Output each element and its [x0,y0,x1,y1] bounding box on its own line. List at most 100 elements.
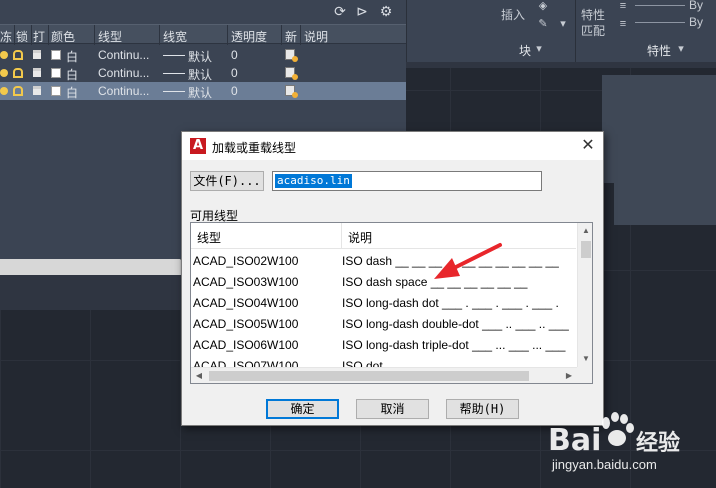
list-item[interactable]: ACAD_ISO05W100 ISO long-dash double-dot … [191,313,576,334]
block-edit-icon[interactable]: ◈ [537,0,549,12]
sun-icon[interactable] [0,69,8,77]
col-lineweight[interactable]: 线宽 [163,28,187,45]
list-header: 线型 说明 [191,223,576,249]
col-linetype-header[interactable]: 线型 [197,229,221,246]
linetype-name: ACAD_ISO02W100 [193,254,299,268]
baidu-jingyan-watermark: Bai 经验 jingyan.baidu.com [540,405,710,480]
cancel-button[interactable]: 取消 [356,399,429,419]
chevron-down-icon[interactable]: ▾ [557,18,569,30]
palette-panel [614,180,716,225]
properties-label[interactable]: 特性 [581,6,605,23]
match-label[interactable]: 匹配 [581,22,605,39]
autocad-logo-icon: A [190,138,206,154]
col-freeze[interactable]: 冻 [0,28,12,45]
bylayer-color[interactable]: By [689,0,703,12]
transparency-cell[interactable]: 0 [231,84,238,98]
transparency-cell[interactable]: 0 [231,48,238,62]
col-transparency[interactable]: 透明度 [231,28,267,45]
lineweight-cell[interactable]: 默认 [188,84,212,101]
linetype-description: ISO long-dash triple-dot ___ ... ___ ...… [342,338,566,352]
sun-icon[interactable] [0,51,8,59]
lineweight-cell[interactable]: 默认 [188,48,212,65]
linetype-list[interactable]: 线型 说明 ACAD_ISO02W100 ISO dash __ __ __ _… [190,222,593,384]
lineweight-line-icon [163,91,185,92]
sun-icon[interactable] [0,87,8,95]
col-new-vp-freeze[interactable]: 新 [285,28,297,45]
color-name: 白 [66,50,79,64]
scroll-up-icon[interactable]: ▲ [578,223,592,239]
color-swatch[interactable] [51,50,61,60]
dialog-titlebar[interactable]: A 加载或重载线型 ✕ [182,132,603,160]
list-horizontal-scrollbar[interactable]: ◀ ▶ [191,367,577,383]
file-input-value: acadiso.lin [275,174,352,188]
help-button[interactable]: 帮助(H) [446,399,519,419]
linetype-cell[interactable]: Continu... [98,66,149,80]
color-swatch[interactable] [51,68,61,78]
lineweight-cell[interactable]: 默认 [188,66,212,83]
layer-table-header: 冻 锁 打 颜色 线型 线宽 透明度 新 说明 [0,24,406,45]
new-vp-freeze-icon[interactable] [285,85,298,98]
unlock-icon[interactable] [13,50,23,60]
linetype-description: ISO dash __ __ __ __ __ __ __ __ __ __ [342,254,559,268]
list-icon[interactable]: ≡ [617,0,629,12]
load-linetype-dialog: A 加载或重载线型 ✕ 文件(F)... acadiso.lin 可用线型 线型… [181,131,604,426]
ok-button[interactable]: 确定 [266,399,339,419]
color-name: 白 [66,86,79,100]
layer-row-selected[interactable]: 白 Continu... 默认 0 [0,82,406,100]
printer-icon[interactable] [33,50,41,59]
scroll-thumb[interactable] [209,371,529,381]
properties-panel-title[interactable]: 特性 [647,42,671,59]
list-vertical-scrollbar[interactable]: ▲ ▼ [577,223,592,367]
scroll-right-icon[interactable]: ▶ [561,368,577,383]
printer-icon[interactable] [33,68,41,77]
unlock-icon[interactable] [13,68,23,78]
list-item[interactable]: ACAD_ISO04W100 ISO long-dash dot ___ . _… [191,292,576,313]
printer-icon[interactable] [33,86,41,95]
col-plot[interactable]: 打 [33,28,45,45]
scroll-down-icon[interactable]: ▼ [578,351,592,367]
transparency-cell[interactable]: 0 [231,66,238,80]
palette-panel [602,75,716,183]
linetype-description: ISO dash space __ __ __ __ __ __ [342,275,528,289]
new-vp-freeze-icon[interactable] [285,67,298,80]
layer-row[interactable]: 白 Continu... 默认 0 [0,46,406,64]
lineweight-line-icon [163,55,185,56]
col-lock[interactable]: 锁 [16,28,28,45]
scroll-thumb[interactable] [581,241,591,258]
linetype-description: ISO long-dash double-dot ___ .. ___ .. _… [342,317,569,331]
file-button[interactable]: 文件(F)... [190,171,264,191]
layer-row[interactable]: 白 Continu... 默认 0 [0,64,406,82]
linetype-description: ISO long-dash dot ___ . ___ . ___ . ___ … [342,296,559,310]
file-input[interactable]: acadiso.lin [272,171,542,191]
col-description[interactable]: 说明 [304,28,328,45]
unlock-icon[interactable] [13,86,23,96]
new-vp-freeze-icon[interactable] [285,49,298,62]
scroll-left-icon[interactable]: ◀ [191,368,207,383]
list-item[interactable]: ACAD_ISO02W100 ISO dash __ __ __ __ __ _… [191,250,576,271]
linetype-name: ACAD_ISO05W100 [193,317,299,331]
list-item[interactable]: ACAD_ISO03W100 ISO dash space __ __ __ _… [191,271,576,292]
linetype-cell[interactable]: Continu... [98,84,149,98]
color-swatch[interactable] [51,86,61,96]
insert-label[interactable]: 插入 [501,6,525,23]
scroll-corner [577,367,592,383]
bylayer-linetype[interactable]: By [689,15,703,29]
chevron-down-icon[interactable]: ▾ [675,43,687,55]
watermark-product: 经验 [636,430,681,455]
block-panel-title[interactable]: 块 [519,42,531,59]
linetype-cell[interactable]: Continu... [98,48,149,62]
close-icon[interactable]: ✕ [578,136,598,156]
list-icon[interactable]: ≡ [617,18,629,30]
refresh-icon[interactable]: ⟳ [332,3,348,19]
ribbon-edge [406,62,716,68]
chevron-down-icon[interactable]: ▾ [533,43,545,55]
list-item[interactable]: ACAD_ISO06W100 ISO long-dash triple-dot … [191,334,576,355]
settings-filter-icon[interactable]: ⊳ [354,3,370,19]
col-linetype[interactable]: 线型 [98,28,122,45]
gear-icon[interactable]: ⚙ [378,3,394,19]
block-attribute-icon[interactable]: ✎ [537,18,549,30]
col-description-header[interactable]: 说明 [348,229,372,246]
col-color[interactable]: 颜色 [51,28,75,45]
linetype-name: ACAD_ISO06W100 [193,338,299,352]
layer-panel-scroll-thumb[interactable] [0,259,180,275]
